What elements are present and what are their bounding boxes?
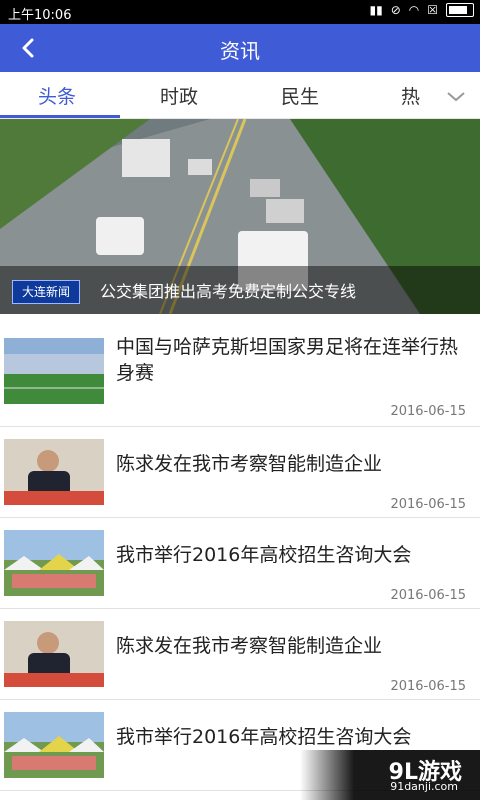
tab-livelihood[interactable]: 民生 [281,82,319,109]
battery-icon [446,3,474,17]
article-headline: 我市举行2016年高校招生咨询大会 [116,726,412,748]
article-date: 2016-06-15 [390,679,466,694]
article-thumbnail [4,439,104,505]
signal-icon: ▮▮ [369,3,383,17]
wifi-icon: ◠ [408,3,420,17]
article-item[interactable]: 陈求发在我市考察智能制造企业 2016-06-15 [0,609,480,700]
hero-caption: 公交集团推出高考免费定制公交专线 [100,282,357,301]
article-item[interactable]: 中国与哈萨克斯坦国家男足将在连举行热身赛 2016-06-15 [0,316,480,427]
news-logo: 大连新闻 [12,280,80,304]
article-item[interactable]: 陈求发在我市考察智能制造企业 2016-06-15 [0,427,480,518]
article-thumbnail [4,712,104,778]
status-time: 上午10:06 [8,8,72,23]
article-date: 2016-06-15 [390,404,466,419]
tab-politics[interactable]: 时政 [160,82,198,109]
tab-active-indicator [0,115,120,118]
app-bar: 资讯 [0,24,480,72]
article-thumbnail [4,530,104,596]
article-headline: 中国与哈萨克斯坦国家男足将在连举行热身赛 [116,336,459,384]
article-thumbnail [4,621,104,687]
article-headline: 陈求发在我市考察智能制造企业 [116,453,383,475]
tab-bar: 头条 时政 民生 热 [0,72,480,119]
page-title: 资讯 [220,39,260,63]
tab-hot[interactable]: 热 [401,82,427,109]
tab-headlines[interactable]: 头条 [38,82,76,109]
article-list: 中国与哈萨克斯坦国家男足将在连举行热身赛 2016-06-15 陈求发在我市考察… [0,316,480,791]
article-headline: 陈求发在我市考察智能制造企业 [116,635,383,657]
chevron-down-icon[interactable] [444,84,468,108]
article-date: 2016-06-15 [390,497,466,512]
watermark: 9L游戏 91danji.com [300,750,480,800]
article-item[interactable]: 我市举行2016年高校招生咨询大会 2016-06-15 [0,518,480,609]
status-bar: 上午10:06 ▮▮ ⊘ ◠ ☒ [0,0,480,24]
article-date: 2016-06-15 [390,588,466,603]
article-thumbnail [4,338,104,408]
close-box-icon: ☒ [427,3,438,17]
watermark-url: 91danji.com [390,780,458,793]
hero-caption-bar: 大连新闻 公交集团推出高考免费定制公交专线 [0,266,480,314]
article-headline: 我市举行2016年高校招生咨询大会 [116,544,412,566]
hero-banner[interactable]: 大连新闻 公交集团推出高考免费定制公交专线 [0,119,480,314]
mute-icon: ⊘ [390,3,401,17]
status-icons: ▮▮ ⊘ ◠ ☒ [369,3,474,17]
